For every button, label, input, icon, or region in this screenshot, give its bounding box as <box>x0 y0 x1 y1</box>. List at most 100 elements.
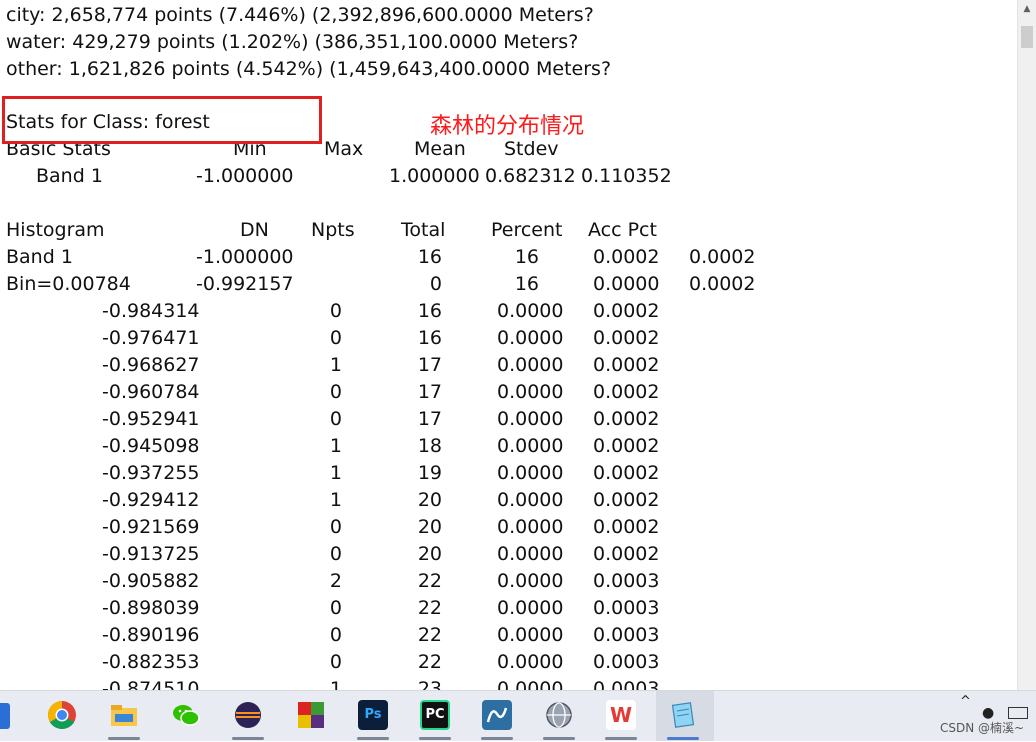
histogram-row-percent: 0.0000 <box>497 624 564 646</box>
scroll-up-arrow-icon[interactable]: ▲ <box>1018 0 1036 18</box>
histogram-row-total: 22 <box>417 651 442 673</box>
histogram-row-npts: 1 <box>329 489 342 511</box>
histogram-row-npts: 1 <box>329 678 342 690</box>
histogram-row-npts: 0 <box>329 624 342 646</box>
histogram-band-percent: 0.0002 <box>593 246 660 268</box>
mysql-workbench-icon[interactable] <box>482 700 512 730</box>
histogram-row-percent: 0.0000 <box>497 597 564 619</box>
histogram-row-dn: -0.913725 <box>102 543 200 565</box>
histogram-row-acc: 0.0002 <box>593 489 660 511</box>
tray-keyboard-icon[interactable] <box>1008 707 1028 719</box>
histogram-dn-header: DN <box>240 219 269 241</box>
histogram-row-acc: 0.0002 <box>593 435 660 457</box>
histogram-row-dn: -0.945098 <box>102 435 200 457</box>
histogram-row-percent: 0.0000 <box>497 462 564 484</box>
histogram-band-npts: 16 <box>514 246 539 268</box>
basic-stats-stdev-value: 0.110352 <box>581 165 672 187</box>
file-explorer-icon[interactable] <box>109 700 139 730</box>
chrome-icon[interactable] <box>47 700 77 730</box>
histogram-total-header: Total <box>401 219 446 241</box>
scroll-thumb[interactable] <box>1021 26 1033 48</box>
histogram-row-acc: 0.0002 <box>593 462 660 484</box>
histogram-npts-header: Npts <box>311 219 355 241</box>
histogram-band-label: Band 1 <box>6 246 73 268</box>
histogram-row-percent: 0.0000 <box>497 354 564 376</box>
notepad-icon[interactable] <box>668 700 698 730</box>
histogram-band-acc: 0.0002 <box>689 246 756 268</box>
histogram-row-total: 22 <box>417 570 442 592</box>
tray-chevron-icon[interactable]: ^ <box>960 694 971 709</box>
histogram-bin-label: Bin=0.00784 <box>6 273 131 295</box>
start-menu-edge-icon[interactable] <box>0 703 10 729</box>
histogram-band-dn: -1.000000 <box>196 246 294 268</box>
annotation-text: 森林的分布情况 <box>430 114 585 139</box>
histogram-row-acc: 0.0003 <box>593 570 660 592</box>
histogram-row-dn: -0.921569 <box>102 516 200 538</box>
histogram-row-acc: 0.0003 <box>593 624 660 646</box>
histogram-row-percent: 0.0000 <box>497 516 564 538</box>
histogram-bin-dn: -0.992157 <box>196 273 294 295</box>
histogram-row-npts: 0 <box>329 327 342 349</box>
basic-stats-mean-value: 0.682312 <box>485 165 576 187</box>
histogram-row-percent: 0.0000 <box>497 435 564 457</box>
histogram-row-dn: -0.976471 <box>102 327 200 349</box>
summary-water-line: water: 429,279 points (1.202%) (386,351,… <box>6 31 579 53</box>
histogram-row-dn: -0.937255 <box>102 462 200 484</box>
histogram-bin-acc: 0.0002 <box>689 273 756 295</box>
histogram-row-npts: 0 <box>329 597 342 619</box>
histogram-row-percent: 0.0000 <box>497 678 564 690</box>
envi-icon[interactable] <box>296 700 326 730</box>
pycharm-icon[interactable]: PC <box>420 700 450 730</box>
histogram-row-npts: 0 <box>329 300 342 322</box>
histogram-row-dn: -0.874510 <box>102 678 200 690</box>
histogram-row-npts: 1 <box>329 462 342 484</box>
histogram-percent-header: Percent <box>491 219 563 241</box>
histogram-row-acc: 0.0002 <box>593 381 660 403</box>
histogram-row-acc: 0.0003 <box>593 651 660 673</box>
histogram-row-npts: 0 <box>329 381 342 403</box>
histogram-row-npts: 2 <box>329 570 342 592</box>
tray-user-icon[interactable]: ● <box>982 705 994 721</box>
tray-watermark-text: CSDN @楠溪~ <box>940 721 1025 735</box>
histogram-row-dn: -0.952941 <box>102 408 200 430</box>
histogram-row-npts: 0 <box>329 516 342 538</box>
histogram-row-percent: 0.0000 <box>497 543 564 565</box>
photoshop-icon[interactable]: Ps <box>358 700 388 730</box>
histogram-row-total: 17 <box>417 381 442 403</box>
histogram-row-percent: 0.0000 <box>497 570 564 592</box>
histogram-row-dn: -0.968627 <box>102 354 200 376</box>
histogram-row-total: 17 <box>417 408 442 430</box>
basic-stats-max-header: Max <box>324 138 364 160</box>
histogram-row-dn: -0.929412 <box>102 489 200 511</box>
histogram-row-total: 16 <box>417 300 442 322</box>
histogram-row-dn: -0.984314 <box>102 300 200 322</box>
network-globe-icon[interactable] <box>544 700 574 730</box>
stats-report-viewer: city: 2,658,774 points (7.446%) (2,392,8… <box>0 0 1018 690</box>
windows-taskbar: Ps PC W ^ CSDN @楠溪~ ● <box>0 690 1036 741</box>
histogram-row-total: 23 <box>417 678 442 690</box>
histogram-row-total: 16 <box>417 327 442 349</box>
histogram-row-total: 20 <box>417 489 442 511</box>
histogram-row-percent: 0.0000 <box>497 408 564 430</box>
histogram-row-dn: -0.890196 <box>102 624 200 646</box>
histogram-row-dn: -0.960784 <box>102 381 200 403</box>
histogram-bin-total: 0 <box>429 273 442 295</box>
wps-icon[interactable]: W <box>606 700 636 730</box>
histogram-row-total: 20 <box>417 516 442 538</box>
summary-other-line: other: 1,621,826 points (4.542%) (1,459,… <box>6 58 612 80</box>
histogram-row-percent: 0.0000 <box>497 327 564 349</box>
histogram-row-dn: -0.898039 <box>102 597 200 619</box>
histogram-bin-percent: 0.0000 <box>593 273 660 295</box>
histogram-row-npts: 1 <box>329 354 342 376</box>
eclipse-icon[interactable] <box>233 700 263 730</box>
wechat-icon[interactable] <box>171 700 201 730</box>
histogram-row-dn: -0.905882 <box>102 570 200 592</box>
histogram-row-acc: 0.0002 <box>593 327 660 349</box>
histogram-row-acc: 0.0003 <box>593 678 660 690</box>
histogram-row-total: 20 <box>417 543 442 565</box>
histogram-row-acc: 0.0002 <box>593 300 660 322</box>
histogram-row-percent: 0.0000 <box>497 300 564 322</box>
vertical-scrollbar[interactable]: ▲ <box>1017 0 1036 690</box>
histogram-row-total: 22 <box>417 624 442 646</box>
histogram-row-percent: 0.0000 <box>497 489 564 511</box>
